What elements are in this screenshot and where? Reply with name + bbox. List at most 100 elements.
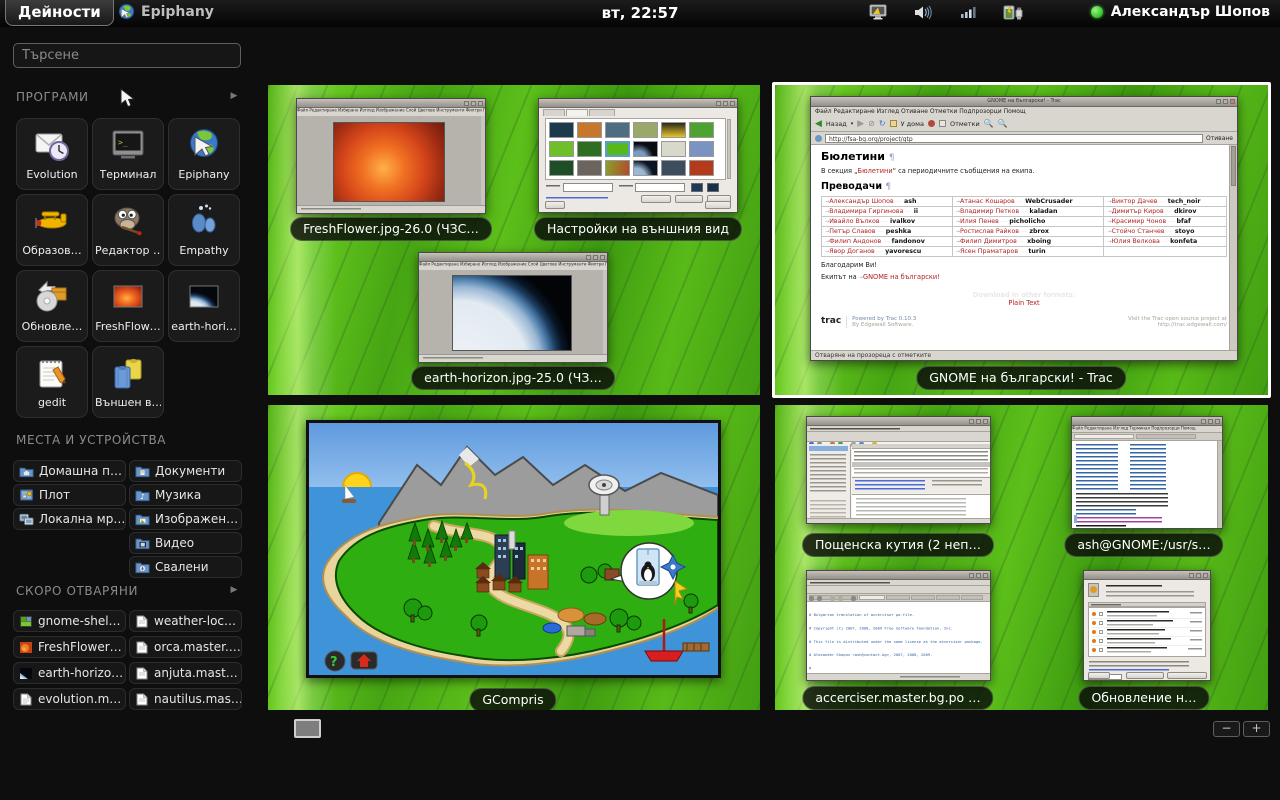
app-item-gedit[interactable]: gedit [16, 346, 88, 418]
window-titlebar [419, 253, 607, 262]
workspace-1[interactable]: Файл Редактиране Избиране Изглед Изображ… [268, 85, 760, 395]
window-caption-trac[interactable]: GNOME на български! - Trac [916, 366, 1126, 390]
app-item-earth-horizon[interactable]: earth-hori… [168, 270, 240, 342]
window-evolution-mail[interactable] [806, 416, 991, 524]
recent-section-header: СКОРО ОТВАРЯНИ ▶ [16, 584, 240, 598]
window-caption-gedit[interactable]: accerciser.master.bg.po … [802, 686, 993, 710]
volume-icon[interactable] [914, 4, 934, 21]
window-terminal[interactable]: Файл Редактиране Изглед Терминал Подпроз… [1071, 416, 1223, 529]
workspace-view-toggle[interactable] [294, 719, 321, 738]
network-signal-icon[interactable] [960, 4, 977, 21]
window-caption-terminal[interactable]: ash@GNOME:/usr/s… [1064, 533, 1223, 557]
window-gedit[interactable]: # Bulgarian translation of accerciser po… [806, 570, 991, 681]
svg-text:>_: >_ [118, 138, 128, 147]
battery-charging-icon[interactable] [1003, 4, 1025, 21]
gcompris-map-scene: ? [309, 423, 718, 675]
place-item-videos[interactable]: Видео [129, 532, 242, 554]
window-gimp-earth-horizon[interactable]: Файл Редактиране Избиране Изглед Изображ… [418, 252, 608, 363]
recent-item-weather-locations[interactable]: weather-loc… [129, 610, 242, 632]
plain-text-link: Plain Text [1008, 299, 1039, 307]
display-icon[interactable] [869, 4, 888, 21]
window-epiphany-trac[interactable]: GNOME на български! - Trac Файл Редактир… [810, 96, 1238, 361]
window-caption-mail[interactable]: Пощенска кутия (2 неп… [802, 533, 994, 557]
back-icon: ◀ [815, 119, 822, 129]
document-icon [135, 641, 149, 654]
add-workspace-button[interactable]: + [1243, 721, 1270, 737]
app-menu-label: Epiphany [141, 4, 214, 20]
scrollbar[interactable] [1217, 441, 1222, 528]
app-item-gcompris[interactable]: Образов… [16, 194, 88, 266]
earth-thumbnail-icon [19, 667, 33, 680]
app-menu[interactable]: Epiphany [118, 3, 214, 20]
window-gimp-freshflower[interactable]: Файл Редактиране Избиране Изглед Изображ… [296, 98, 486, 214]
app-item-evolution[interactable]: Evolution [16, 118, 88, 190]
search-input[interactable] [13, 43, 241, 68]
user-name: Александър Шопов [1111, 4, 1270, 20]
recent-item-nautilus-po[interactable]: nautilus.mas… [129, 688, 242, 710]
places-section-header: МЕСТА И УСТРОЙСТВА [16, 433, 240, 447]
presence-status-icon [1091, 6, 1103, 18]
workspace-2-selection-border: GNOME на български! - Trac Файл Редактир… [772, 82, 1271, 398]
remove-workspace-button[interactable]: − [1213, 721, 1240, 737]
translators-table: →Александър Шопов — ash →Атанас Кошаров … [821, 196, 1227, 257]
app-item-freshflower[interactable]: FreshFlow… [92, 270, 164, 342]
site-icon [815, 135, 822, 142]
epiphany-urlbar-row: http://fsa-bg.org/project/gtp Отиване [811, 132, 1237, 145]
flower-thumbnail-icon [19, 641, 33, 654]
window-titlebar: GNOME на български! - Trac [811, 97, 1237, 107]
recent-item-freshflower[interactable]: FreshFlower… [13, 636, 126, 658]
place-item-local-network[interactable]: Локална мр… [13, 508, 126, 530]
stop-icon: ⊘ [868, 119, 875, 128]
svg-text:?: ? [330, 655, 338, 670]
recent-item-anjuta-po[interactable]: anjuta.mast… [129, 662, 242, 684]
window-gcompris[interactable]: ? [306, 420, 721, 678]
scrollbar[interactable] [1229, 145, 1237, 350]
place-item-music[interactable]: ♪ Музика [129, 484, 242, 506]
place-item-desktop[interactable]: Плот [13, 484, 126, 506]
window-appearance-settings[interactable] [538, 98, 738, 213]
evolution-mail-icon [31, 125, 73, 165]
window-titlebar [807, 417, 990, 426]
recent-item-evolution-po[interactable]: evolution.m… [13, 688, 126, 710]
workspace-4[interactable]: Файл Редактиране Изглед Терминал Подпроз… [775, 405, 1268, 710]
app-item-terminal[interactable]: >_ Терминал [92, 118, 164, 190]
recent-item-earth-horizon[interactable]: earth-horizo… [13, 662, 126, 684]
recent-item-gnome-shell[interactable]: gnome-shel… [13, 610, 126, 632]
app-item-gimp[interactable]: Редактор … [92, 194, 164, 266]
window-caption-appearance[interactable]: Настройки на външния вид [534, 217, 742, 241]
gcompris-plane-icon [31, 201, 73, 241]
app-item-empathy[interactable]: Empathy [168, 194, 240, 266]
window-update-manager[interactable] [1083, 570, 1211, 681]
go-button: Отиване [1206, 135, 1233, 142]
window-caption-freshflower[interactable]: FreshFlower.jpg-26.0 (ЧЗС… [290, 217, 492, 241]
window-caption-earth[interactable]: earth-horizon.jpg-25.0 (ЧЗ… [411, 366, 615, 390]
system-status-icons [869, 4, 1025, 21]
app-item-software-update[interactable]: Обновле… [16, 270, 88, 342]
app-item-appearance[interactable]: Външен в… [92, 346, 164, 418]
gimp-menubar: Файл Редактиране Избиране Изглед Изображ… [419, 262, 607, 269]
downloads-folder-icon [135, 560, 150, 574]
window-caption-updates[interactable]: Обновление н… [1078, 686, 1209, 710]
expand-programs-icon[interactable]: ▶ [230, 91, 238, 101]
place-item-pictures[interactable]: Изображен… [129, 508, 242, 530]
bulletins-link: Бюлетини [858, 167, 893, 175]
workspace-3[interactable]: ? GCompris [268, 405, 760, 710]
app-item-epiphany[interactable]: Epiphany [168, 118, 240, 190]
clock[interactable]: вт, 22:57 [602, 4, 679, 22]
expand-recent-icon[interactable]: ▶ [230, 585, 238, 595]
place-item-downloads[interactable]: Свалени [129, 556, 242, 578]
svg-text:♪: ♪ [140, 492, 145, 501]
recent-item-orca-po[interactable]: orca.master.… [129, 636, 242, 658]
zoom-out-icon: 🔍 [998, 119, 1008, 128]
gimp-canvas [297, 116, 485, 205]
empathy-icon [183, 201, 225, 241]
place-item-documents[interactable]: Документи [129, 460, 242, 482]
earth-horizon-thumbnail-icon [183, 277, 225, 317]
activities-button[interactable]: Дейности [5, 0, 114, 26]
user-menu[interactable]: Александър Шопов [1091, 4, 1270, 20]
desktop-icon [19, 488, 34, 502]
screenshot-thumbnail-icon [19, 615, 33, 628]
workspace-2[interactable]: GNOME на български! - Trac Файл Редактир… [775, 85, 1268, 395]
window-caption-gcompris[interactable]: GCompris [469, 688, 556, 710]
place-item-home[interactable]: Домашна п… [13, 460, 126, 482]
